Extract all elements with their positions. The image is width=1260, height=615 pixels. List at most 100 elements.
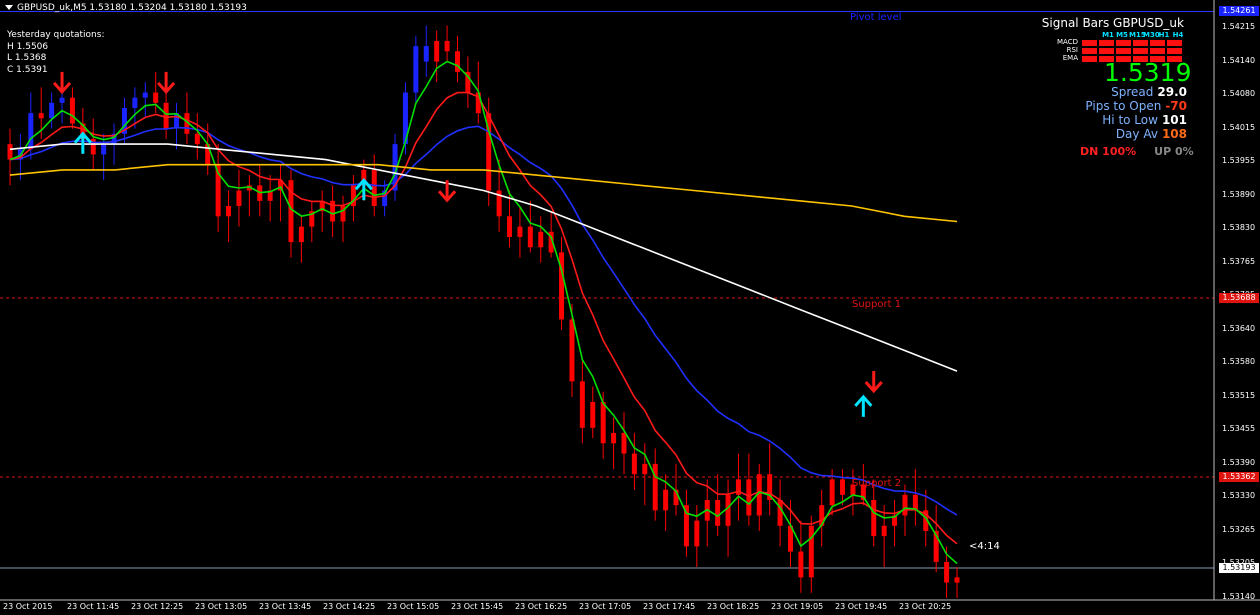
candle — [69, 87, 75, 129]
candle — [121, 97, 127, 145]
candle — [288, 169, 294, 258]
price-tick-label: 1.53890 — [1222, 189, 1256, 199]
candle-body — [590, 402, 596, 428]
signal-cell — [1099, 40, 1114, 46]
signal-cell — [1116, 40, 1131, 46]
signal-cell — [1167, 40, 1182, 46]
candle — [309, 200, 315, 243]
candle — [465, 56, 471, 108]
hilo-row: Hi to Low 101 — [1102, 113, 1187, 127]
candle — [621, 412, 627, 475]
signal-cell — [1116, 48, 1131, 54]
candle-body — [777, 500, 783, 526]
candle — [101, 133, 107, 181]
candle-body — [569, 319, 575, 382]
candle-body — [881, 525, 887, 537]
candle-body — [142, 92, 148, 98]
price-chart[interactable] — [0, 0, 1260, 615]
hilo-label: Hi to Low — [1102, 113, 1158, 127]
pivot-price-tag: 1.54261 — [1219, 6, 1259, 16]
candle — [559, 236, 565, 330]
candle — [298, 216, 304, 263]
up-percent: UP 0% — [1154, 145, 1194, 158]
dayav-label: Day Av — [1115, 127, 1158, 141]
arrow-down-icon — [864, 371, 883, 394]
candle — [652, 448, 658, 521]
candle — [756, 463, 762, 531]
bar-timer: <4:14 — [969, 541, 1000, 552]
candle — [226, 190, 232, 243]
candle — [631, 432, 637, 490]
pips-value: -70 — [1165, 99, 1187, 113]
candle-body — [902, 494, 908, 516]
candle — [257, 164, 263, 217]
time-tick-label: 23 Oct 15:05 — [387, 602, 440, 611]
candle-body — [434, 40, 440, 62]
price-tick-label: 1.53830 — [1222, 223, 1256, 232]
candle-body — [663, 489, 669, 511]
candle-body — [912, 494, 918, 511]
signal-cell — [1133, 40, 1148, 46]
candle-body — [28, 113, 34, 150]
price-tick-label: 1.53640 — [1222, 323, 1256, 333]
current-price-big: 1.5319 — [1104, 58, 1192, 87]
candle — [881, 505, 887, 568]
dn-percent: DN 100% — [1080, 145, 1137, 158]
candle — [163, 92, 169, 139]
time-tick-label: 23 Oct 13:05 — [195, 602, 248, 611]
candle-body — [538, 231, 544, 248]
panel-title: Signal Bars GBPUSD_uk — [1041, 16, 1184, 30]
candle — [892, 500, 898, 547]
candle-body — [444, 40, 450, 52]
hilo-value: 101 — [1161, 113, 1187, 127]
support2-label: Support 2 — [852, 478, 902, 489]
candle-body — [236, 190, 242, 206]
candle — [174, 102, 180, 150]
yesterday-low: L 1.5368 — [7, 53, 47, 63]
price-tick-label: 1.53515 — [1222, 390, 1256, 400]
candle-body — [642, 463, 648, 475]
candle — [777, 479, 783, 547]
candle-body — [798, 551, 804, 578]
candle — [704, 479, 710, 547]
candle-body — [49, 102, 55, 119]
signal-cell — [1082, 40, 1097, 46]
candle — [423, 25, 429, 78]
candle — [215, 144, 221, 232]
candle — [715, 474, 721, 537]
candle-body — [101, 144, 107, 155]
candle-body — [600, 402, 606, 444]
price-tick-label: 1.53330 — [1222, 491, 1256, 500]
time-tick-label: 23 Oct 20:25 — [899, 602, 952, 611]
time-tick-label: 23 Oct 13:45 — [259, 602, 312, 611]
candle-body — [59, 97, 65, 103]
candle-body — [454, 51, 460, 72]
candle — [517, 206, 523, 258]
candle — [538, 216, 544, 263]
time-tick-label: 23 Oct 19:05 — [771, 602, 824, 611]
candle — [590, 386, 596, 439]
candle-body — [527, 226, 533, 248]
candle-body — [226, 206, 232, 217]
yesterday-quotations: Yesterday quotations: H 1.5506 L 1.5368 … — [7, 30, 104, 76]
candle-body — [163, 102, 169, 129]
symbol-line: GBPUSD_uk,M5 1.53180 1.53204 1.53180 1.5… — [17, 3, 247, 13]
pivot-label: Pivot level — [850, 12, 902, 23]
candle — [725, 479, 731, 557]
pips-label: Pips to Open — [1085, 99, 1162, 113]
ema-white-line — [9, 143, 958, 372]
price-tick-label: 1.54015 — [1222, 122, 1256, 132]
dropdown-arrow-icon[interactable] — [5, 5, 13, 10]
candle-body — [69, 97, 75, 124]
price-tick-label: 1.53765 — [1222, 256, 1256, 266]
chart-header[interactable]: GBPUSD_uk,M5 1.53180 1.53204 1.53180 1.5… — [5, 3, 247, 13]
support2-price-tag: 1.53362 — [1219, 472, 1259, 482]
price-tick-label: 1.53455 — [1222, 424, 1256, 433]
time-tick-label: 23 Oct 11:45 — [67, 602, 120, 611]
pips-row: Pips to Open -70 — [1085, 99, 1187, 113]
candle-body — [652, 463, 658, 511]
direction-row: DN 100% UP 0% — [1080, 145, 1194, 158]
yesterday-high: H 1.5506 — [7, 41, 49, 52]
spread-label: Spread — [1111, 85, 1154, 99]
arrow-up-icon — [854, 394, 873, 417]
